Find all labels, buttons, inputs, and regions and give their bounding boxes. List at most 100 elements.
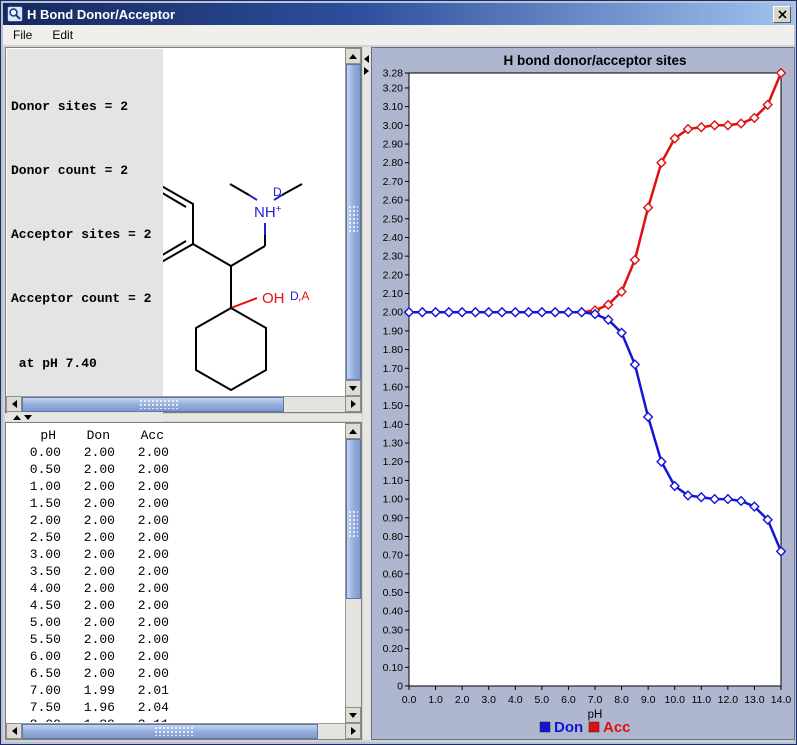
y-tick-label: 0.10 [383, 662, 404, 674]
x-tick-label: 8.0 [614, 694, 629, 706]
table-row: 1.502.002.00 [7, 495, 344, 512]
close-icon [778, 10, 787, 19]
table-cell: 2.00 [115, 631, 169, 648]
table-cell: 0.50 [7, 461, 61, 478]
scroll-left-button[interactable] [6, 396, 22, 412]
x-axis-label: pH [588, 709, 603, 721]
window-title: H Bond Donor/Acceptor [27, 7, 773, 22]
table-row: 5.502.002.00 [7, 631, 344, 648]
table-row: 0.002.002.00 [7, 444, 344, 461]
y-tick-label: 3.10 [383, 101, 404, 113]
y-tick-label: 0.40 [383, 606, 404, 618]
table-row: 7.501.962.04 [7, 699, 344, 716]
table-horizontal-scrollbar[interactable] [6, 723, 361, 739]
y-tick-label: 1.80 [383, 344, 404, 356]
hydroxyl-label: OH [262, 290, 285, 307]
table-cell: 2.00 [61, 580, 115, 597]
y-tick-label: 1.30 [383, 438, 404, 450]
legend-label-acc: Acc [603, 719, 631, 736]
molecule-vertical-scrollbar[interactable] [345, 48, 361, 396]
table-cell: 2.00 [115, 478, 169, 495]
legend-label-don: Don [554, 719, 583, 736]
summary-line: Donor count = 2 [11, 160, 151, 181]
summary-line: Donor sites = 2 [11, 96, 151, 117]
ph-table: pHDonAcc0.002.002.000.502.002.001.002.00… [7, 424, 344, 722]
y-tick-label: 1.40 [383, 419, 404, 431]
scroll-right-button[interactable] [345, 723, 361, 739]
table-cell: 7.00 [7, 682, 61, 699]
y-tick-label: 1.90 [383, 325, 404, 337]
scroll-up-button[interactable] [345, 48, 361, 64]
arrow-right-icon [351, 400, 356, 408]
table-row: 6.002.002.00 [7, 648, 344, 665]
x-tick-label: 2.0 [455, 694, 470, 706]
splitter-collapse-left-icon[interactable] [364, 55, 369, 63]
splitter-collapse-up-icon[interactable] [13, 415, 21, 420]
table-cell: 3.00 [7, 546, 61, 563]
arrow-right-icon [351, 727, 356, 735]
table-vertical-scrollbar[interactable] [345, 423, 361, 723]
scroll-up-button[interactable] [345, 423, 361, 439]
y-tick-label: 2.30 [383, 251, 404, 263]
table-cell: 2.00 [61, 478, 115, 495]
y-tick-label: 0.60 [383, 568, 404, 580]
y-tick-label: 0.70 [383, 550, 404, 562]
summary-line: Acceptor count = 2 [11, 288, 151, 309]
scrollbar-thumb[interactable] [346, 64, 361, 380]
scroll-left-button[interactable] [6, 723, 22, 739]
table-row: 1.002.002.00 [7, 478, 344, 495]
y-tick-label: 1.20 [383, 456, 404, 468]
splitter-collapse-down-icon[interactable] [24, 415, 32, 420]
table-row: 3.502.002.00 [7, 563, 344, 580]
y-tick-label: 2.70 [383, 176, 404, 188]
arrow-down-icon [349, 386, 357, 391]
table-row: 4.502.002.00 [7, 597, 344, 614]
scroll-down-button[interactable] [345, 707, 361, 723]
y-tick-label: 2.40 [383, 232, 404, 244]
x-tick-label: 6.0 [561, 694, 576, 706]
menu-edit[interactable]: Edit [42, 25, 83, 45]
vertical-splitter[interactable] [363, 47, 371, 740]
table-cell: 2.00 [61, 597, 115, 614]
content-area: A O NH+ D. OH D ,A Donor sites = 2 Donor… [3, 46, 794, 742]
scroll-down-button[interactable] [345, 380, 361, 396]
scrollbar-thumb[interactable] [22, 724, 318, 739]
table-row: 3.002.002.00 [7, 546, 344, 563]
ph-table-panel: pHDonAcc0.002.002.000.502.002.001.002.00… [5, 422, 362, 740]
table-row: 7.001.992.01 [7, 682, 344, 699]
title-bar[interactable]: H Bond Donor/Acceptor [3, 3, 794, 25]
y-tick-label: 2.50 [383, 213, 404, 225]
x-tick-label: 5.0 [535, 694, 550, 706]
arrow-down-icon [349, 713, 357, 718]
scrollbar-thumb[interactable] [346, 439, 361, 599]
y-tick-label: 3.00 [383, 120, 404, 132]
menu-file[interactable]: File [3, 25, 42, 45]
close-button[interactable] [773, 6, 791, 23]
scrollbar-thumb[interactable] [22, 397, 284, 412]
splitter-collapse-right-icon[interactable] [364, 67, 369, 75]
chart-panel: H bond donor/acceptor sites00.100.200.30… [371, 47, 795, 740]
arrow-up-icon [349, 429, 357, 434]
summary-line: Acceptor sites = 2 [11, 224, 151, 245]
table-row: 4.002.002.00 [7, 580, 344, 597]
y-tick-label: 0 [397, 681, 403, 693]
horizontal-splitter[interactable] [5, 414, 362, 421]
table-cell: 2.00 [115, 563, 169, 580]
x-tick-label: 3.0 [481, 694, 496, 706]
amine-label: NH+ [254, 204, 282, 221]
table-cell: 8.00 [7, 716, 61, 722]
arrow-left-icon [12, 400, 17, 408]
table-cell: 2.00 [7, 512, 61, 529]
legend-swatch-acc [589, 722, 599, 732]
scroll-right-button[interactable] [345, 396, 361, 412]
table-header-row: pHDonAcc [7, 427, 344, 444]
app-window: H Bond Donor/Acceptor File Edit [0, 0, 797, 745]
legend-swatch-don [540, 722, 550, 732]
arrow-left-icon [12, 727, 17, 735]
y-tick-label: 1.00 [383, 494, 404, 506]
molecule-horizontal-scrollbar[interactable] [6, 396, 361, 412]
x-tick-label: 10.0 [664, 694, 685, 706]
table-cell: 2.00 [115, 614, 169, 631]
table-cell: 0.00 [7, 444, 61, 461]
x-tick-label: 12.0 [718, 694, 739, 706]
